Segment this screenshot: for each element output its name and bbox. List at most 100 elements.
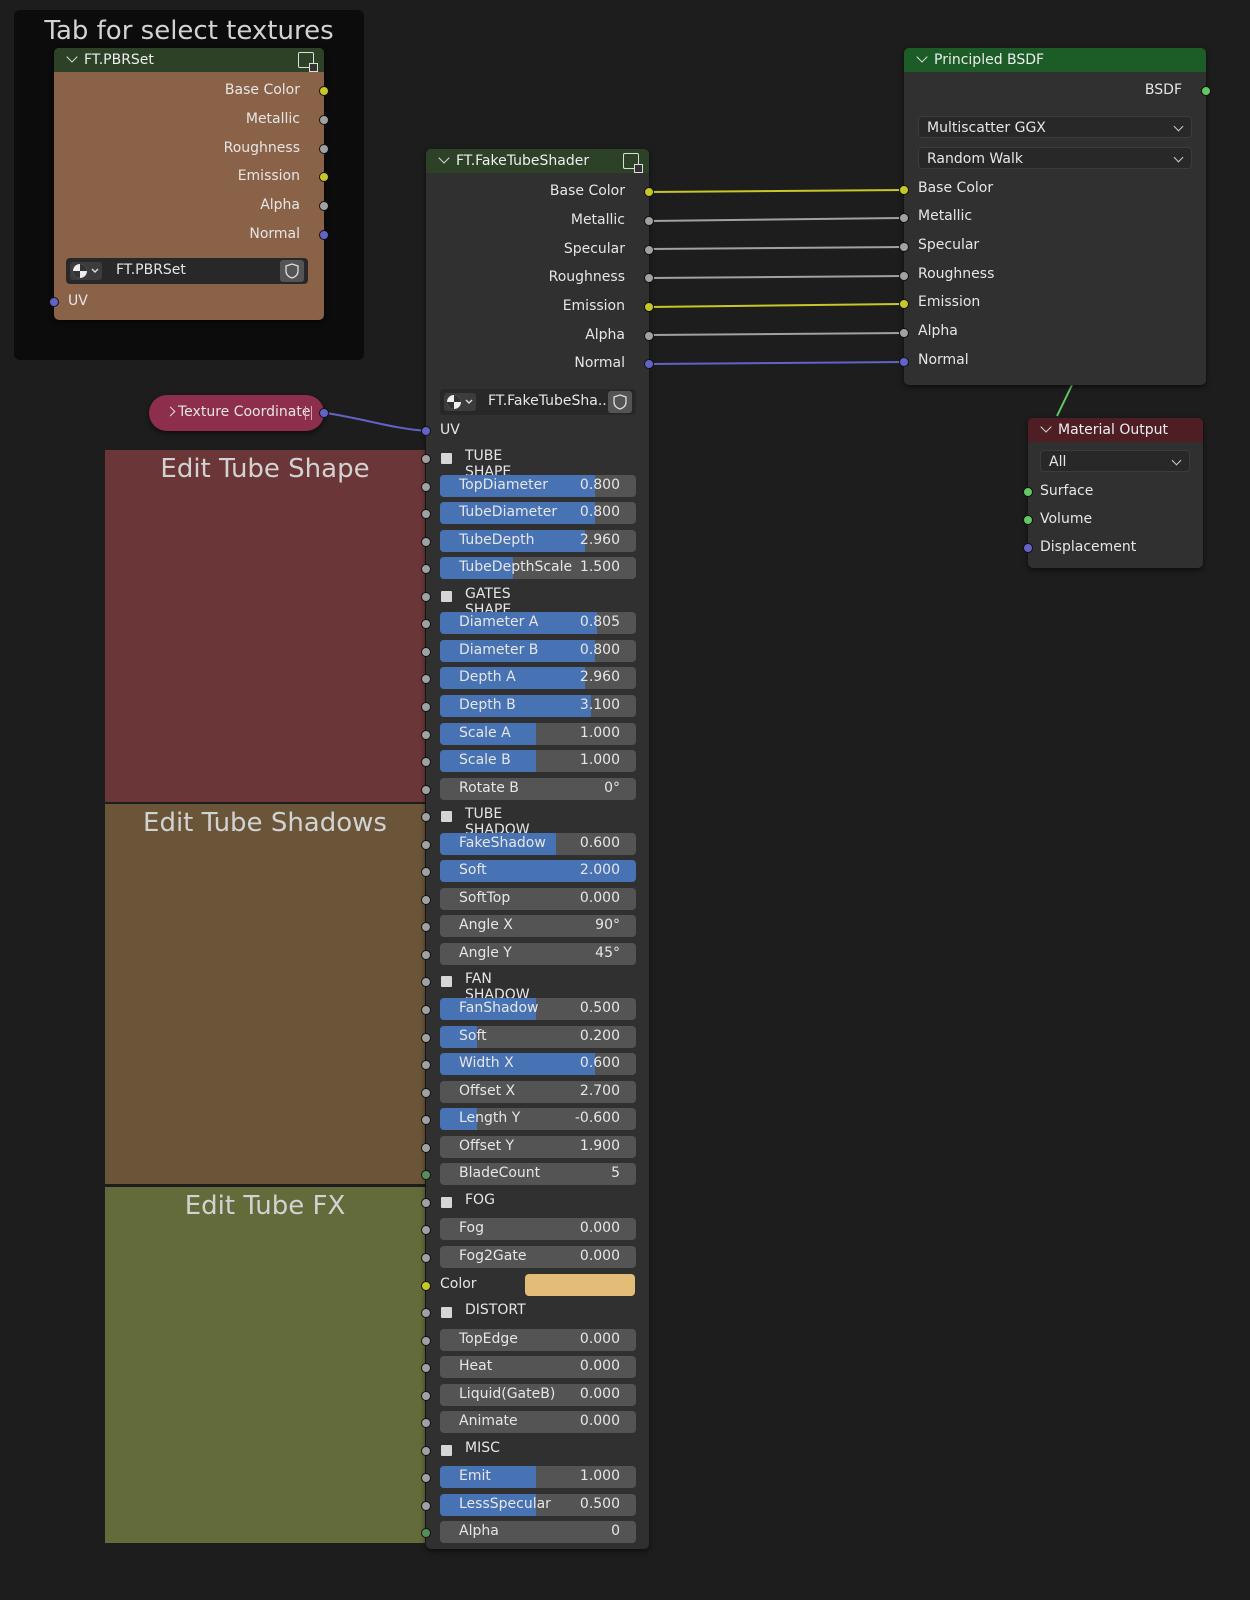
matout-socket-surface[interactable] xyxy=(1023,487,1033,497)
collapse-chevron-icon[interactable] xyxy=(916,51,928,63)
input-socket-fan-shadow-offset-x[interactable] xyxy=(421,1087,431,1098)
matout-node[interactable]: Material Output All Surface Volume Displ… xyxy=(1023,418,1203,568)
principled-socket-metallic[interactable] xyxy=(899,213,909,223)
panel-toggle-gates-shape-checkbox[interactable] xyxy=(441,590,452,602)
field-tube-shadow-softtop[interactable]: SoftTop 0.000 xyxy=(440,887,636,910)
field-fog-fog2gate[interactable]: Fog2Gate 0.000 xyxy=(440,1245,636,1268)
principled-socket-bsdf[interactable] xyxy=(1201,86,1211,96)
input-socket-gates-shape-diameter-b[interactable] xyxy=(421,646,431,657)
fog-color-swatch[interactable] xyxy=(525,1273,635,1296)
pbrset-header[interactable]: FT.PBRSet xyxy=(54,48,324,72)
nodetree-browse-icon[interactable] xyxy=(70,262,102,280)
field-gates-shape-depth-b[interactable]: Depth B 3.100 xyxy=(440,694,636,717)
faketube-socket-roughness[interactable] xyxy=(644,273,654,283)
field-misc-alpha[interactable]: Alpha 0 xyxy=(440,1521,636,1544)
field-fan-shadow-soft[interactable]: Soft 0.200 xyxy=(440,1025,636,1048)
panel-socket-tube-shape[interactable] xyxy=(421,454,431,464)
faketube-datablock-name[interactable]: FT.FakeTubeSha... xyxy=(488,393,611,409)
fake-user-shield-icon[interactable] xyxy=(280,260,304,282)
field-distort-liquid-gateb[interactable]: Liquid(GateB) 0.000 xyxy=(440,1383,636,1406)
field-fan-shadow-length-y[interactable]: Length Y -0.600 xyxy=(440,1108,636,1131)
panel-toggle-distort-checkbox[interactable] xyxy=(441,1307,452,1319)
panel-toggle-tube-shadow-checkbox[interactable] xyxy=(441,811,452,823)
pbrset-node[interactable]: FT.PBRSet Base Color Metallic Roughness … xyxy=(49,48,329,320)
field-gates-shape-diameter-a[interactable]: Diameter A 0.805 xyxy=(440,612,636,635)
principled-socket-specular[interactable] xyxy=(899,242,909,252)
principled-socket-roughness[interactable] xyxy=(899,271,909,281)
input-socket-tube-shadow-fakeshadow[interactable] xyxy=(421,839,431,850)
field-fan-shadow-offset-y[interactable]: Offset Y 1.900 xyxy=(440,1135,636,1158)
input-socket-fog-color[interactable] xyxy=(421,1280,431,1291)
faketube-socket-specular[interactable] xyxy=(644,245,654,255)
input-socket-gates-shape-scale-b[interactable] xyxy=(421,757,431,768)
field-misc-lessspecular[interactable]: LessSpecular 0.500 xyxy=(440,1493,636,1516)
faketube-socket-normal[interactable] xyxy=(644,359,654,369)
target-select[interactable]: All xyxy=(1040,450,1190,472)
matout-header[interactable]: Material Output xyxy=(1028,418,1203,442)
faketube-socket-alpha[interactable] xyxy=(644,331,654,341)
pbrset-socket-base-color[interactable] xyxy=(319,86,329,96)
principled-socket-emission[interactable] xyxy=(899,299,909,309)
input-socket-tube-shadow-angle-y[interactable] xyxy=(421,949,431,960)
input-socket-tube-shape-topdiameter[interactable] xyxy=(421,481,431,492)
panel-toggle-fan-shadow-checkbox[interactable] xyxy=(441,976,452,988)
input-socket-distort-topedge[interactable] xyxy=(421,1335,431,1346)
panel-toggle-tube-shape-checkbox[interactable] xyxy=(441,453,452,464)
principled-socket-base-color[interactable] xyxy=(899,185,909,195)
input-socket-tube-shadow-softtop[interactable] xyxy=(421,894,431,905)
input-socket-fan-shadow-offset-y[interactable] xyxy=(421,1142,431,1153)
field-tube-shadow-fakeshadow[interactable]: FakeShadow 0.600 xyxy=(440,832,636,855)
field-tube-shape-tubedepthscale[interactable]: TubeDepthScale 1.500 xyxy=(440,557,636,580)
pbrset-socket-emission[interactable] xyxy=(319,172,329,182)
input-socket-misc-lessspecular[interactable] xyxy=(421,1500,431,1511)
field-fan-shadow-width-x[interactable]: Width X 0.600 xyxy=(440,1053,636,1076)
pbrset-socket-alpha[interactable] xyxy=(319,201,329,211)
input-socket-fan-shadow-soft[interactable] xyxy=(421,1032,431,1043)
principled-header[interactable]: Principled BSDF xyxy=(904,48,1206,72)
field-gates-shape-diameter-b[interactable]: Diameter B 0.800 xyxy=(440,639,636,662)
field-tube-shape-topdiameter[interactable]: TopDiameter 0.800 xyxy=(440,474,636,497)
field-tube-shadow-angle-y[interactable]: Angle Y 45° xyxy=(440,942,636,965)
faketube-datablock-selector[interactable]: FT.FakeTubeSha... xyxy=(440,389,636,415)
field-gates-shape-rotate-b[interactable]: Rotate B 0° xyxy=(440,777,636,800)
input-socket-distort-liquid-gateb[interactable] xyxy=(421,1390,431,1401)
field-fan-shadow-fanshadow[interactable]: FanShadow 0.500 xyxy=(440,998,636,1020)
pbrset-datablock-selector[interactable]: FT.PBRSet xyxy=(66,258,308,284)
input-socket-gates-shape-depth-b[interactable] xyxy=(421,701,431,712)
field-distort-heat[interactable]: Heat 0.000 xyxy=(440,1356,636,1379)
field-tube-shape-tubedepth[interactable]: TubeDepth 2.960 xyxy=(440,529,636,552)
fake-user-shield-icon[interactable] xyxy=(608,391,632,413)
distribution-select[interactable]: Multiscatter GGX xyxy=(918,116,1192,138)
panel-toggle-fog-checkbox[interactable] xyxy=(441,1196,452,1208)
pbrset-socket-normal[interactable] xyxy=(319,230,329,240)
nodetree-browse-icon[interactable] xyxy=(444,393,476,411)
subsurface-method-select[interactable]: Random Walk xyxy=(918,147,1192,169)
faketube-socket-metallic[interactable] xyxy=(644,216,654,226)
input-socket-gates-shape-scale-a[interactable] xyxy=(421,729,431,740)
panel-socket-fog[interactable] xyxy=(421,1197,431,1208)
field-distort-topedge[interactable]: TopEdge 0.000 xyxy=(440,1328,636,1351)
collapse-chevron-icon[interactable] xyxy=(66,51,78,63)
panel-socket-misc[interactable] xyxy=(421,1445,431,1456)
collapse-chevron-icon[interactable] xyxy=(1040,421,1052,433)
panel-socket-distort[interactable] xyxy=(421,1308,431,1319)
node-group-icon[interactable] xyxy=(298,52,318,72)
field-tube-shadow-soft[interactable]: Soft 2.000 xyxy=(440,860,636,883)
field-tube-shadow-angle-x[interactable]: Angle X 90° xyxy=(440,915,636,938)
input-socket-gates-shape-rotate-b[interactable] xyxy=(421,784,431,795)
pbrset-datablock-name[interactable]: FT.PBRSet xyxy=(116,262,186,278)
field-misc-emit[interactable]: Emit 1.000 xyxy=(440,1466,636,1489)
field-distort-animate[interactable]: Animate 0.000 xyxy=(440,1411,636,1434)
panel-toggle-misc-checkbox[interactable] xyxy=(441,1444,452,1456)
pbrset-socket-metallic[interactable] xyxy=(319,115,329,125)
panel-socket-gates-shape[interactable] xyxy=(421,591,431,602)
texcoord-socket-uv[interactable] xyxy=(319,408,329,418)
field-tube-shape-tubediameter[interactable]: TubeDiameter 0.800 xyxy=(440,502,636,525)
texcoord-header[interactable]: Texture Coordinate xyxy=(163,404,310,420)
field-fog-fog[interactable]: Fog 0.000 xyxy=(440,1218,636,1241)
input-socket-fan-shadow-fanshadow[interactable] xyxy=(421,1005,431,1015)
matout-socket-volume[interactable] xyxy=(1023,515,1033,525)
faketube-socket-emission[interactable] xyxy=(644,302,654,312)
expand-chevron-icon[interactable] xyxy=(165,406,176,417)
faketube-socket-uv[interactable] xyxy=(421,426,431,436)
